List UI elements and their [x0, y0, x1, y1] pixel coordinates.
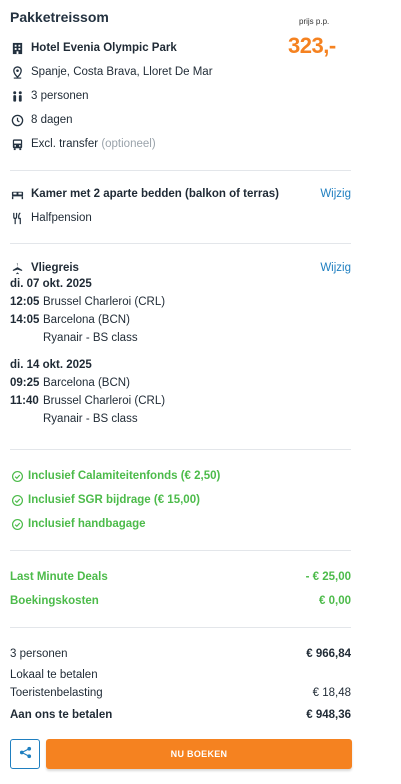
local-pay-row: Lokaal te betalen: [10, 666, 351, 684]
check-circle-icon: [10, 517, 24, 531]
discount-label: Last Minute Deals: [10, 571, 108, 583]
share-icon: [19, 746, 32, 762]
transfer-row: Excl. transfer (optioneel): [10, 132, 351, 156]
outbound-dep-time: 12:05: [10, 296, 40, 308]
return-carrier: Ryanair - BS class: [43, 413, 138, 425]
location-row: Spanje, Costa Brava, Lloret De Mar: [10, 60, 351, 84]
amount-due-label: Aan ons te betalen: [10, 709, 113, 721]
discount-row: Last Minute Deals - € 25,00: [10, 565, 351, 589]
outbound-date: di. 07 okt. 2025: [10, 278, 92, 290]
inclusion-text: Inclusief Calamiteitenfonds (€ 2,50): [28, 470, 221, 482]
edit-room-link[interactable]: Wijzig: [320, 188, 351, 200]
outbound-arrival: 14:05 Barcelona (BCN): [10, 311, 351, 329]
return-dep-time: 09:25: [10, 377, 40, 389]
edit-flight-link[interactable]: Wijzig: [320, 262, 351, 274]
return-departure: 09:25 Barcelona (BCN): [10, 374, 351, 392]
book-now-button[interactable]: NU BOEKEN: [46, 739, 352, 769]
outbound-carrier: Ryanair - BS class: [43, 332, 138, 344]
booking-summary: Pakketreissom prijs p.p. 323,- Hotel Eve…: [0, 0, 401, 784]
inclusion-item: Inclusief handbagage: [10, 512, 351, 536]
map-pin-icon: [10, 65, 24, 79]
tourist-tax-value: € 18,48: [312, 687, 351, 699]
return-date: di. 14 okt. 2025: [10, 359, 92, 371]
persons-row: 3 personen: [10, 84, 351, 108]
building-icon: [10, 41, 24, 55]
persons-text: 3 personen: [31, 90, 89, 102]
check-circle-icon: [10, 493, 24, 507]
inclusion-text: Inclusief SGR bijdrage (€ 15,00): [28, 494, 200, 506]
transfer-note: (optioneel): [101, 138, 156, 150]
booking-fee-label: Boekingskosten: [10, 595, 99, 607]
persons-icon: [10, 89, 24, 103]
hotel-name: Hotel Evenia Olympic Park: [31, 42, 177, 54]
booking-fee-row: Boekingskosten € 0,00: [10, 589, 351, 613]
duration-row: 8 dagen: [10, 108, 351, 132]
transfer-text: Excl. transfer: [31, 138, 99, 150]
bed-icon: [10, 187, 24, 201]
return-arrival: 11:40 Brussel Charleroi (CRL): [10, 392, 351, 410]
flight-title: Vliegreis: [31, 262, 79, 274]
discount-value: - € 25,00: [305, 571, 351, 583]
inclusion-item: Inclusief Calamiteitenfonds (€ 2,50): [10, 464, 351, 488]
outbound-carrier-row: Ryanair - BS class: [10, 329, 351, 347]
tourist-tax-label: Toeristenbelasting: [10, 687, 103, 699]
tourist-tax-row: Toeristenbelasting € 18,48: [10, 684, 351, 702]
persons-total-row: 3 personen € 966,84: [10, 642, 351, 666]
room-type: Kamer met 2 aparte bedden (balkon of ter…: [31, 188, 279, 200]
booking-fee-value: € 0,00: [319, 595, 351, 607]
outbound-departure: 12:05 Brussel Charleroi (CRL): [10, 293, 351, 311]
amount-due-row: Aan ons te betalen € 948,36: [10, 702, 351, 728]
check-circle-icon: [10, 469, 24, 483]
return-arr-airport: Brussel Charleroi (CRL): [43, 395, 166, 407]
outbound-dep-airport: Brussel Charleroi (CRL): [43, 296, 166, 308]
inclusion-item: Inclusief SGR bijdrage (€ 15,00): [10, 488, 351, 512]
share-button[interactable]: [10, 739, 40, 769]
summary-header: Pakketreissom prijs p.p.: [10, 0, 351, 36]
persons-total-label: 3 personen: [10, 648, 68, 660]
page-title: Pakketreissom: [10, 9, 109, 25]
clock-icon: [10, 113, 24, 127]
outbound-arr-airport: Barcelona (BCN): [43, 314, 130, 326]
airplane-icon: [10, 261, 24, 275]
room-row: Kamer met 2 aparte bedden (balkon of ter…: [10, 182, 351, 206]
inclusion-text: Inclusief handbagage: [28, 518, 146, 530]
cutlery-icon: [10, 211, 24, 225]
persons-total-value: € 966,84: [306, 648, 351, 660]
price-per-person: 323,-: [288, 33, 336, 58]
location-text: Spanje, Costa Brava, Lloret De Mar: [31, 66, 213, 78]
return-carrier-row: Ryanair - BS class: [10, 410, 351, 428]
local-pay-label: Lokaal te betalen: [10, 669, 98, 681]
outbound-arr-time: 14:05: [10, 314, 40, 326]
return-arr-time: 11:40: [10, 395, 39, 407]
bus-icon: [10, 137, 24, 151]
price-per-person-label: prijs p.p.: [299, 17, 330, 26]
board-row: Halfpension: [10, 206, 351, 230]
return-dep-airport: Barcelona (BCN): [43, 377, 130, 389]
board-text: Halfpension: [31, 212, 92, 224]
duration-text: 8 dagen: [31, 114, 73, 126]
amount-due-value: € 948,36: [306, 709, 351, 721]
